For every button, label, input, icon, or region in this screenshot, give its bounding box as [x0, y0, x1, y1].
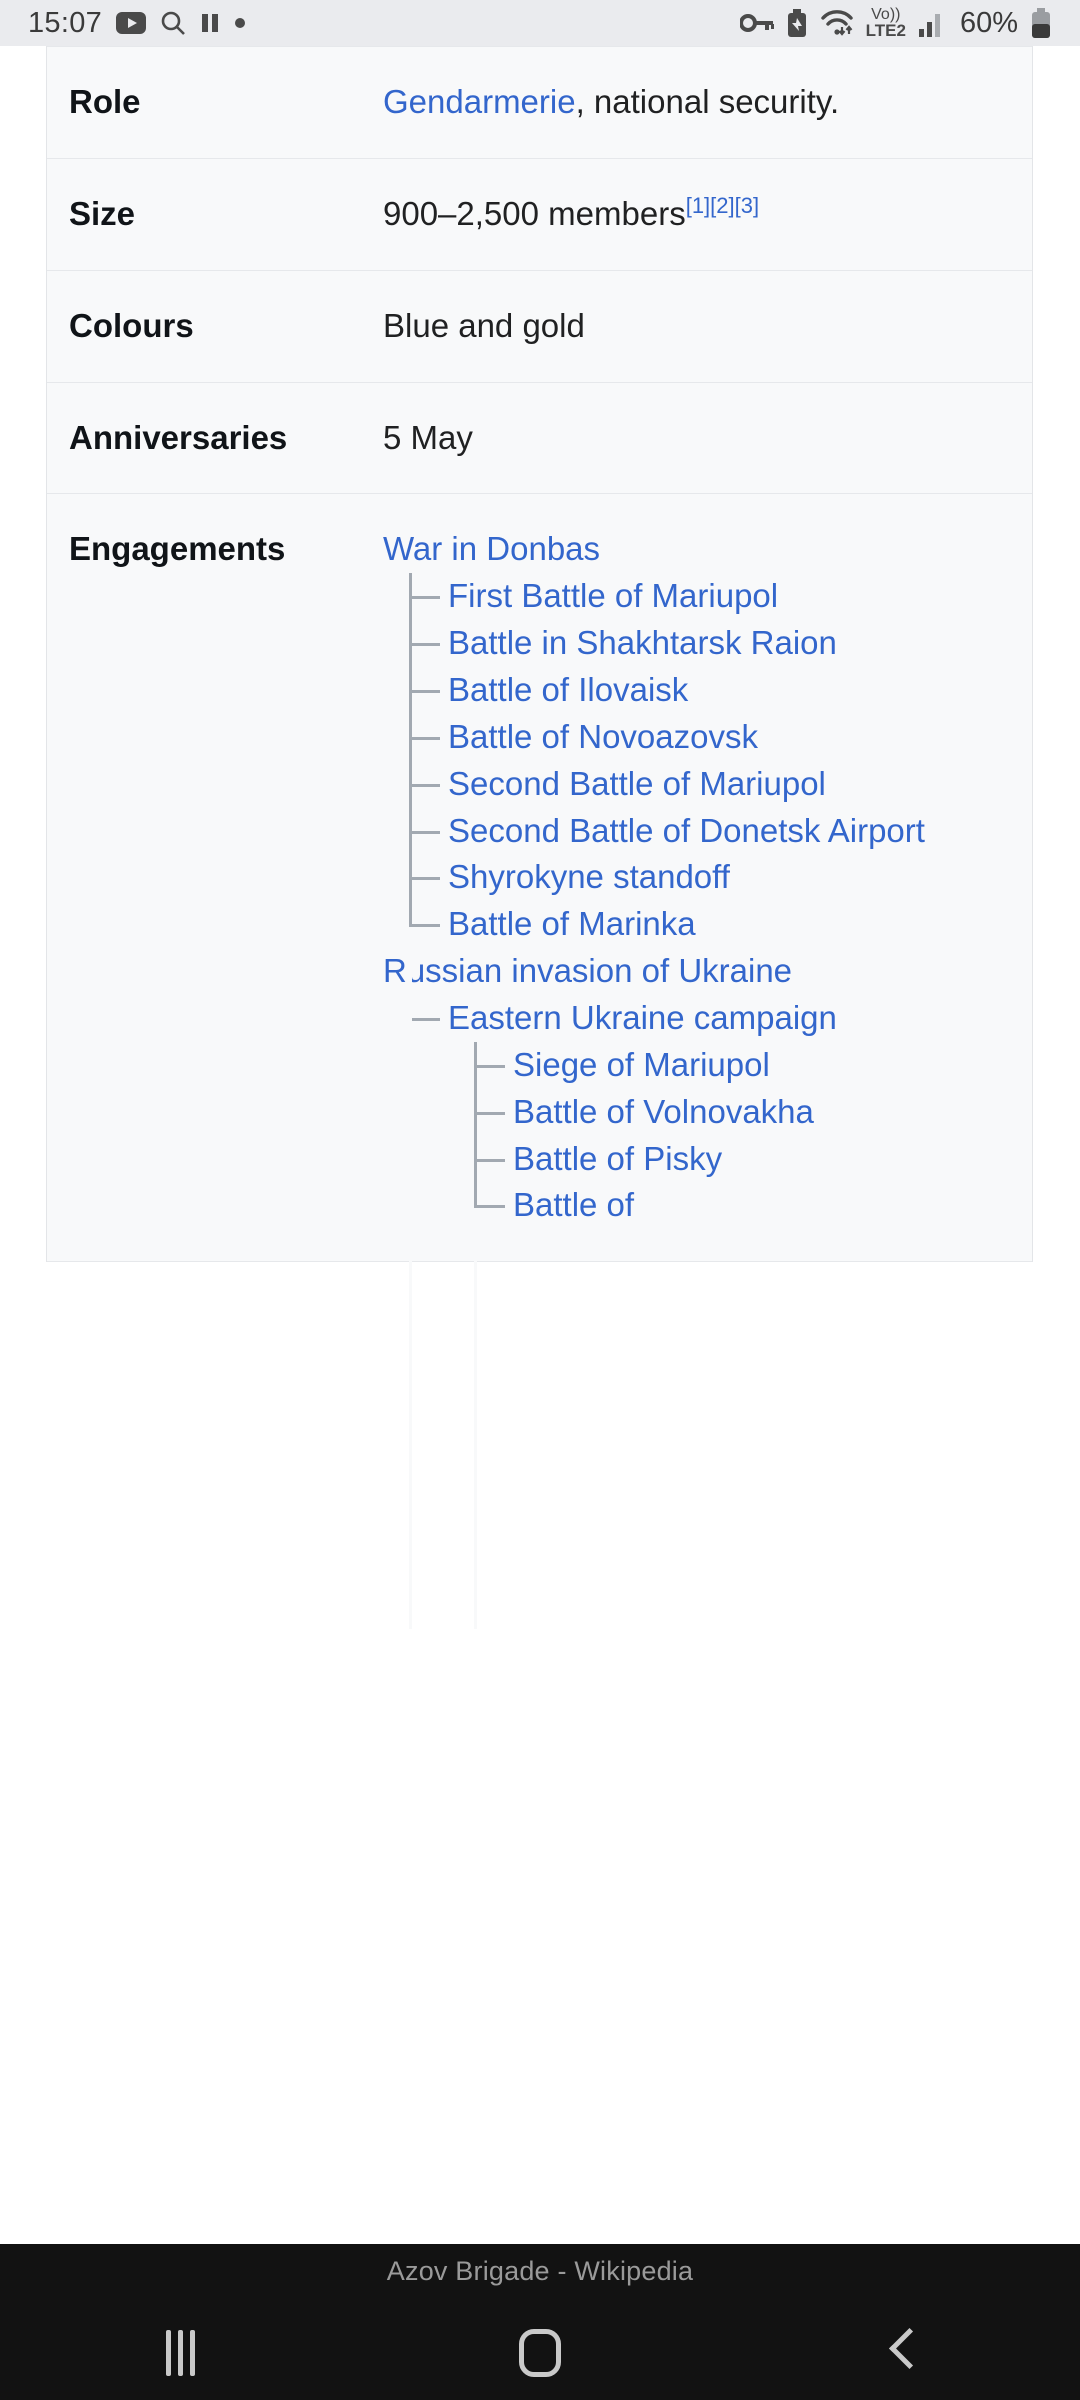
battle-link[interactable]: Battle in Shakhtarsk Raion — [448, 624, 837, 661]
battle-item: Battle of Marinka — [409, 901, 1014, 1347]
battle-link[interactable]: Battle of Ilovaisk — [448, 671, 688, 708]
campaign-link[interactable]: Russian invasion of Ukraine — [383, 952, 792, 989]
system-bottom-bar: Azov Brigade - Wikipedia — [0, 2244, 1080, 2400]
status-clock: 15:07 — [28, 6, 103, 39]
battle-item: Siege of Mariupol — [477, 1042, 1014, 1089]
subcampaign-list: Eastern Ukraine campaign Siege of Mariupo… — [409, 995, 1014, 1631]
pause-icon — [200, 12, 220, 34]
infobox-label-anniversaries: Anniversaries — [69, 418, 288, 456]
battle-item: Second Battle of Mariupol — [412, 761, 1014, 808]
battle-link[interactable]: First Battle of Mariupol — [448, 577, 778, 614]
battle-list: First Battle of Mariupol Battle in Shakht… — [409, 573, 1014, 1347]
battle-link[interactable]: Battle of — [513, 1186, 634, 1223]
dot-icon — [234, 17, 246, 29]
size-text: 900–2,500 members — [383, 194, 686, 232]
battle-link[interactable]: Second Battle of Donetsk Airport — [448, 812, 925, 849]
battle-link[interactable]: Battle of Novoazovsk — [448, 718, 758, 755]
nav-recents-button[interactable] — [0, 2306, 360, 2400]
battle-item: First Battle of Mariupol — [412, 573, 1014, 620]
campaign-link[interactable]: War in Donbas — [383, 530, 600, 567]
nav-home-button[interactable] — [360, 2306, 720, 2400]
battle-item: Battle of Novoazovsk — [412, 714, 1014, 761]
battle-item: Battle of Pisky — [477, 1136, 1014, 1183]
infobox-row-engagements: Engagements War in Donbas First Battle of… — [47, 494, 1032, 1631]
battle-link[interactable]: Siege of Mariupol — [513, 1046, 770, 1083]
battle-item: Shyrokyne standoff — [412, 854, 1014, 901]
battle-link[interactable]: Shyrokyne standoff — [448, 858, 730, 895]
battle-link[interactable]: Battle of Marinka — [448, 905, 696, 942]
battle-link[interactable]: Battle of Volnovakha — [513, 1093, 814, 1130]
subcampaign-item: Eastern Ukraine campaign Siege of Mariupo… — [409, 995, 1014, 1631]
campaign-item: Russian invasion of Ukraine Eastern Ukrai… — [383, 948, 1014, 1631]
volte-network-label: LTE2 — [865, 20, 906, 40]
infobox-value-colours: Blue and gold — [383, 306, 585, 344]
youtube-icon — [116, 12, 147, 34]
home-icon — [519, 2329, 561, 2377]
infobox-value-size: 900–2,500 members[1][2][3] — [377, 159, 1032, 270]
infobox-value-engagements: War in Donbas First Battle of Mariupol Bat… — [377, 494, 1032, 1631]
infobox-value-anniversaries: 5 May — [383, 418, 473, 456]
infobox-row-anniversaries: Anniversaries 5 May — [47, 383, 1032, 495]
battle-item: Battle of Volnovakha — [477, 1089, 1014, 1136]
battle-item: Battle of — [474, 1182, 1014, 1628]
infobox-label-engagements: Engagements — [69, 530, 286, 568]
battery-percent-label: 60% — [959, 6, 1018, 39]
engagements-tree: War in Donbas First Battle of Mariupol Bat… — [383, 526, 1014, 1631]
citation-refs-size[interactable]: [1][2][3] — [686, 193, 759, 218]
back-icon — [887, 2330, 913, 2376]
status-bar-left: 15:07 — [28, 7, 246, 40]
status-bar-right: Vo)) LTE2 60% — [739, 6, 1052, 40]
vpn-key-icon — [739, 12, 774, 34]
infobox-label-role: Role — [69, 83, 141, 120]
infobox-row-size: Size 900–2,500 members[1][2][3] — [47, 159, 1032, 271]
battle-list: Siege of Mariupol Battle of Volnovakha Bat… — [474, 1041, 1014, 1628]
battery-icon — [1030, 8, 1052, 38]
browser-tab-title: Azov Brigade - Wikipedia — [386, 2256, 694, 2286]
wifi-icon — [820, 9, 854, 37]
web-page-viewport[interactable]: Role Gendarmerie, national security. Siz… — [0, 46, 1080, 2244]
battery-saver-icon — [786, 9, 808, 37]
infobox-value-role: Gendarmerie, national security. — [377, 47, 1032, 158]
status-bar: 15:07 Vo)) LTE2 60% — [0, 0, 1080, 46]
infobox-body: Role Gendarmerie, national security. Siz… — [47, 46, 1032, 1631]
infobox-label-size: Size — [69, 194, 136, 232]
battle-item: Second Battle of Donetsk Airport — [412, 808, 1014, 855]
citation-links[interactable]: [1][2][3] — [686, 193, 759, 218]
nav-back-button[interactable] — [720, 2306, 1080, 2400]
subcampaign-link[interactable]: Eastern Ukraine campaign — [448, 999, 837, 1036]
battle-link[interactable]: Second Battle of Mariupol — [448, 765, 826, 802]
infobox-row-colours: Colours Blue and gold — [47, 271, 1032, 383]
signal-bars-icon — [918, 9, 944, 37]
campaign-item: War in Donbas First Battle of Mariupol Bat… — [383, 526, 1014, 1347]
role-trailing-text: , national security. — [575, 83, 840, 120]
infobox-label-colours: Colours — [69, 306, 194, 344]
link-gendarmerie[interactable]: Gendarmerie — [383, 83, 576, 120]
recents-icon — [165, 2330, 195, 2376]
volte-icon: Vo)) LTE2 — [865, 7, 906, 40]
battle-item: Battle of Ilovaisk — [412, 667, 1014, 714]
android-nav-bar — [0, 2306, 1080, 2400]
search-icon — [160, 10, 186, 36]
battle-link[interactable]: Battle of Pisky — [513, 1140, 722, 1177]
infobox-table: Role Gendarmerie, national security. Siz… — [46, 46, 1033, 1631]
battle-item: Battle in Shakhtarsk Raion — [412, 620, 1014, 667]
infobox-row-role: Role Gendarmerie, national security. — [47, 46, 1032, 159]
